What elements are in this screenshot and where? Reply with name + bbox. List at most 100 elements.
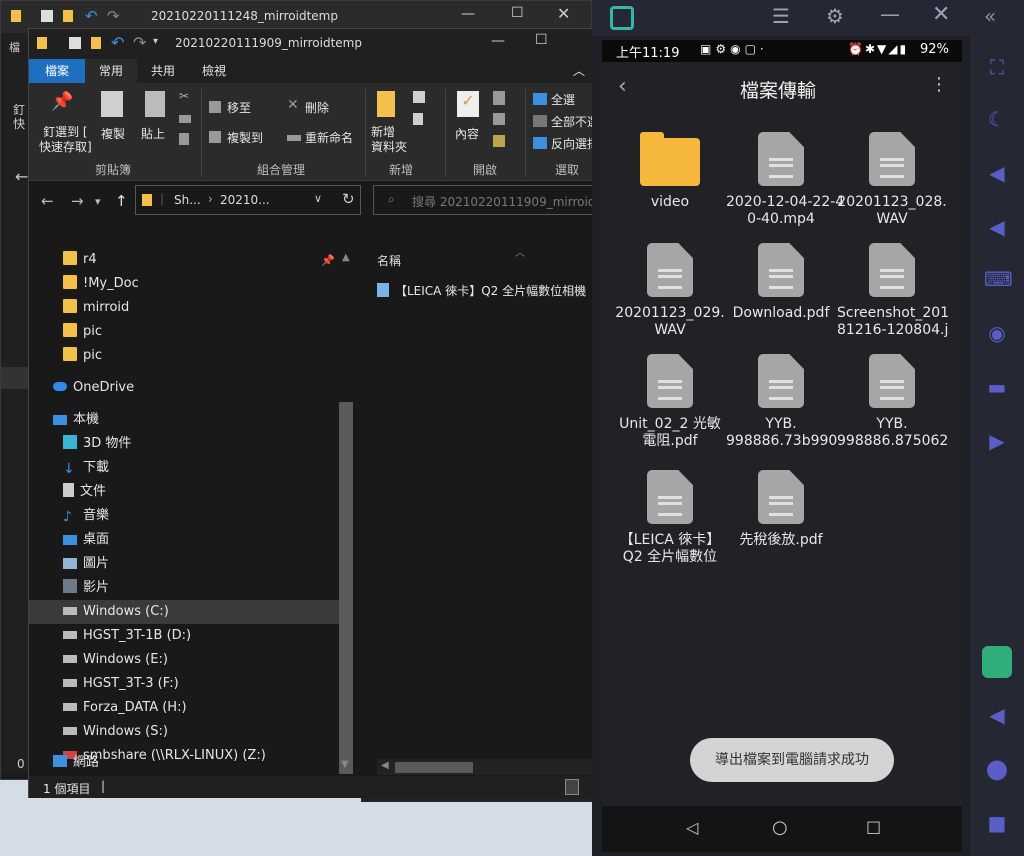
phone-mirror-window[interactable]: ☰ ⚙ — ✕ 上午11:19 ▣⚙◉▢· ⏰✱▼◢▮ 92% ‹ 檔案傳輸 ⋮… [592,0,970,856]
scroll-left-icon[interactable]: ◀ [381,760,389,771]
nav-item[interactable]: Windows (E:) [63,648,168,672]
nav-item[interactable]: 影片 [63,576,109,600]
keyboard-icon[interactable]: ⌨ [984,266,1013,292]
tab-home[interactable]: 常用 [85,59,137,83]
file-tile[interactable]: 20201123_029. WAV [615,243,725,339]
nav-item[interactable]: ↓ 下載 [63,456,109,480]
volume-down-icon[interactable]: ◀ [984,214,1010,240]
volume-up-icon[interactable]: ◀ [984,160,1010,186]
nav-item[interactable]: 文件 [63,480,106,504]
nav-item[interactable]: mirroid [63,296,129,320]
back-arrow-icon[interactable]: ← [15,167,28,186]
search-input[interactable]: ⌕ 搜尋 20210220111909_mirroidtemp [373,185,627,215]
undo-icon[interactable]: ↶ [111,33,124,52]
nav-home-icon[interactable]: ○ [772,817,788,838]
nav-item[interactable]: HGST_3T-1B (D:) [63,624,191,648]
easy-access-icon[interactable] [413,113,423,125]
maximize-button[interactable]: ☐ [511,5,524,21]
file-row[interactable]: 【LEICA 徠卡】Q2 全片幅數位相機 [377,282,586,299]
back-arrow-icon[interactable]: ‹ [618,74,627,99]
properties-icon[interactable] [41,10,53,22]
open-icon[interactable] [493,91,505,105]
paste-shortcut-icon[interactable] [179,133,189,145]
collapse-double-chevron-icon[interactable]: « [984,4,996,28]
minimize-button[interactable]: — [880,2,900,26]
scroll-up-icon[interactable]: ▲ [342,252,350,263]
file-tile[interactable]: 先稅後放.pdf [726,470,836,549]
nav-back-icon[interactable]: ◁ [686,818,698,837]
edit-icon[interactable] [493,113,505,125]
home-icon[interactable]: ● [984,756,1010,782]
recents-icon[interactable]: ■ [984,810,1010,836]
breadcrumb-segment[interactable]: Sh... [174,193,201,207]
nav-scrollbar-thumb[interactable] [339,402,353,774]
chevron-right-icon[interactable]: › [208,192,213,206]
pin-quick-access-button[interactable]: 釘選到 [ 快速存取] [39,125,92,155]
nav-item-network[interactable]: 網路 [53,751,99,775]
move-to-button[interactable]: 移至 [227,99,251,116]
history-icon[interactable] [493,135,505,147]
nav-item[interactable]: Windows (S:) [63,720,168,744]
nav-item[interactable]: 圖片 [63,552,109,576]
new-item-icon[interactable] [413,91,425,103]
nav-item[interactable]: 桌面 [63,528,109,552]
file-tile[interactable]: YYB. 998886.875062 [837,354,948,450]
tab-file[interactable]: 檔案 [29,59,85,83]
nav-item[interactable]: Forza_DATA (H:) [63,696,187,720]
scroll-down-icon[interactable]: ▼ [341,759,353,775]
redo-icon[interactable]: ↷ [133,33,146,52]
up-button[interactable]: ↑ [115,192,128,210]
nav-item-drive-c[interactable]: Windows (C:) [63,600,169,624]
navigation-pane[interactable]: 📌 r4 !My_Doc mirroid pic pic OneDrive 本機… [29,222,355,777]
video-camera-icon[interactable]: ▶ [984,428,1010,454]
record-icon[interactable]: ▬ [984,374,1010,400]
select-all-button[interactable]: 全選 [551,91,575,108]
file-tile[interactable]: YYB. 998886.73b990 [726,354,837,450]
refresh-icon[interactable]: ↻ [342,190,355,208]
phone-screen[interactable]: 上午11:19 ▣⚙◉▢· ⏰✱▼◢▮ 92% ‹ 檔案傳輸 ⋮ video 2… [602,40,962,850]
nav-recents-icon[interactable]: □ [866,817,881,836]
details-view-button[interactable] [565,779,579,795]
paste-icon[interactable] [145,91,165,117]
minimize-button[interactable]: — [461,6,475,22]
new-folder-icon[interactable] [91,37,101,49]
back-button[interactable]: ← [41,192,54,210]
paste-button[interactable]: 貼上 [141,125,165,142]
nav-item-onedrive[interactable]: OneDrive [53,376,134,400]
new-folder-icon[interactable] [377,91,395,117]
recent-locations-icon[interactable]: ▾ [95,195,101,208]
file-tile[interactable]: 2020-12-04-22-4 0-40.mp4 [726,132,844,228]
close-button[interactable]: ✕ [557,4,570,23]
forward-button[interactable]: → [71,192,84,210]
menu-icon[interactable]: ☰ [772,4,790,28]
copy-icon[interactable] [101,91,123,117]
horizontal-scrollbar-thumb[interactable] [395,762,473,773]
delete-button[interactable]: 刪除 [305,99,329,116]
maximize-button[interactable]: ☐ [535,32,548,48]
nav-item-this-pc[interactable]: 本機 [53,408,99,432]
nav-item[interactable]: ♪ 音樂 [63,504,109,528]
minimize-button[interactable]: — [491,33,505,49]
nav-item[interactable]: r4 [63,248,97,272]
properties-icon[interactable] [69,37,81,49]
copy-button[interactable]: 複製 [101,125,125,142]
tab-view[interactable]: 檢視 [189,59,239,83]
pin-icon[interactable]: 📌 [51,91,73,112]
address-bar[interactable]: | Sh... › 20210... ∨ ↻ [135,185,361,215]
file-tile[interactable]: 20201123_028. WAV [837,132,947,228]
screenshot-camera-icon[interactable]: ◉ [984,320,1010,346]
nav-item[interactable]: pic [63,320,102,344]
nav-item[interactable]: pic [63,344,102,368]
new-folder-icon[interactable] [63,10,73,22]
horizontal-scrollbar-track[interactable]: ◀ [377,759,592,775]
nav-item[interactable]: !My_Doc [63,272,139,296]
cut-icon[interactable]: ✂ [179,89,189,103]
rename-button[interactable]: 重新命名 [305,129,353,146]
more-options-icon[interactable]: ⋮ [930,74,948,95]
file-tile[interactable]: Screenshot_201 81216-120804.j [837,243,949,339]
file-tile[interactable]: Unit_02_2 光敏 電阻.pdf [615,354,725,450]
back-icon[interactable]: ◀ [984,702,1010,728]
nav-item[interactable]: 3D 物件 [63,432,131,456]
copy-to-button[interactable]: 複製到 [227,129,263,146]
nav-item[interactable]: HGST_3T-3 (F:) [63,672,179,696]
